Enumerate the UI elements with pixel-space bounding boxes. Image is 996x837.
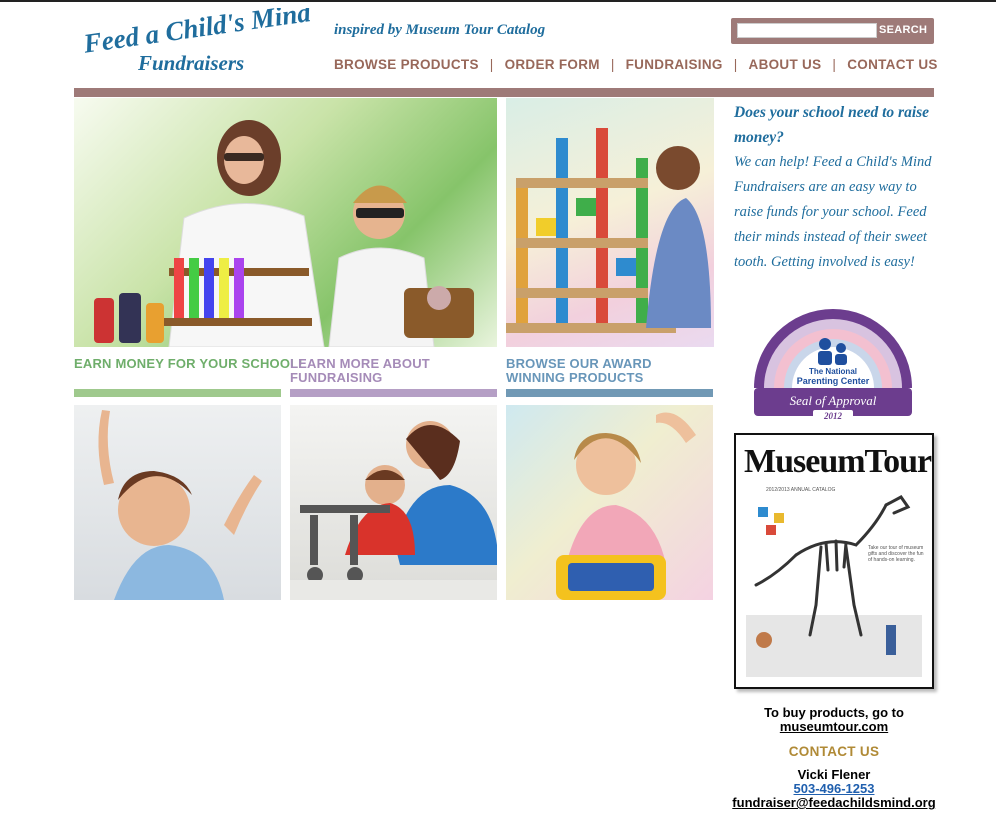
nav-separator: | bbox=[832, 57, 837, 72]
site-logo[interactable]: Feed a Child's Mind Fundraisers bbox=[80, 8, 312, 78]
nav-order-form[interactable]: ORDER FORM bbox=[505, 57, 600, 72]
caption-earn-money[interactable]: EARN MONEY FOR YOUR SCHOOL! bbox=[74, 357, 303, 371]
nav-separator: | bbox=[489, 57, 494, 72]
search-button[interactable]: SEARCH bbox=[879, 24, 927, 36]
photo-building-robot[interactable] bbox=[290, 405, 497, 600]
caption-learn-more[interactable]: LEARN MORE ABOUT FUNDRAISING bbox=[290, 357, 460, 385]
parenting-center-seal: The National Parenting Center Seal of Ap… bbox=[752, 306, 914, 422]
museum-tour-catalog-cover[interactable]: MuseumTour 2012/2013 ANNUAL CATALOG Take… bbox=[734, 433, 934, 689]
caption-bar-purple bbox=[290, 389, 497, 397]
hero-photo-marble-run bbox=[506, 98, 714, 347]
header-divider bbox=[74, 88, 934, 97]
caption-bar-blue bbox=[506, 389, 713, 397]
tagline: inspired by Museum Tour Catalog bbox=[334, 22, 546, 38]
nav-contact-us[interactable]: CONTACT US bbox=[847, 57, 938, 72]
nav-separator: | bbox=[610, 57, 615, 72]
caption-bar-green bbox=[74, 389, 281, 397]
contact-block: Vicki Flener 503-496-1253 fundraiser@fee… bbox=[722, 768, 946, 810]
catalog-subtitle: 2012/2013 ANNUAL CATALOG bbox=[766, 487, 836, 493]
seal-year: 2012 bbox=[823, 411, 843, 421]
seal-line2: Parenting Center bbox=[797, 376, 870, 386]
museumtour-link[interactable]: museumtour.com bbox=[780, 719, 888, 734]
sidebar-body: We can help! Feed a Child's Mind Fundrai… bbox=[734, 154, 932, 270]
nav-about-us[interactable]: ABOUT US bbox=[749, 57, 822, 72]
catalog-note: Take our tour of museum gifts and discov… bbox=[868, 545, 924, 563]
sidebar-heading: Does your school need to raise money? bbox=[734, 104, 930, 146]
nav-separator: | bbox=[733, 57, 738, 72]
hero-photo-science bbox=[74, 98, 497, 347]
contact-name: Vicki Flener bbox=[797, 767, 871, 782]
contact-phone-link[interactable]: 503-496-1253 bbox=[794, 781, 875, 796]
photo-happy-kid[interactable] bbox=[74, 405, 281, 600]
seal-line1: The National bbox=[809, 367, 857, 376]
main-nav: BROWSE PRODUCTS | ORDER FORM | FUNDRAISI… bbox=[334, 57, 938, 72]
contact-email-link[interactable]: fundraiser@feedachildsmind.org bbox=[732, 795, 935, 810]
seal-line3: Seal of Approval bbox=[790, 393, 877, 408]
caption-browse-products[interactable]: BROWSE OUR AWARD WINNING PRODUCTS bbox=[506, 357, 676, 385]
search-box: SEARCH bbox=[731, 18, 934, 44]
top-border bbox=[0, 0, 996, 2]
buy-products-text: To buy products, go to museumtour.com bbox=[764, 705, 904, 734]
nav-fundraising[interactable]: FUNDRAISING bbox=[626, 57, 723, 72]
logo-line2: Fundraisers bbox=[137, 51, 244, 75]
nav-browse-products[interactable]: BROWSE PRODUCTS bbox=[334, 57, 479, 72]
contact-heading: CONTACT US bbox=[788, 744, 880, 759]
catalog-title: MuseumTour bbox=[744, 443, 932, 480]
search-input[interactable] bbox=[737, 23, 877, 38]
photo-learning-toy[interactable] bbox=[506, 405, 713, 600]
